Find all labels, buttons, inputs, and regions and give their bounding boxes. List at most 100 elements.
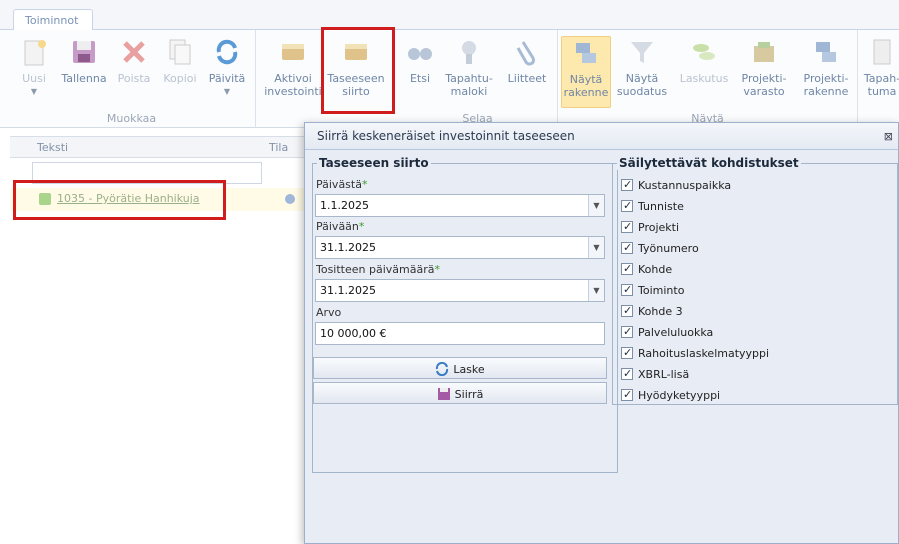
copy-button[interactable]: Kopioi: [160, 36, 200, 108]
to-date-label: Päivään*: [316, 220, 365, 233]
checkbox-kohde[interactable]: Kohde: [621, 262, 672, 276]
checkbox-kustannuspaikka[interactable]: Kustannuspaikka: [621, 178, 731, 192]
save-icon: [73, 41, 95, 63]
event-log-label: Tapahtu-maloki: [445, 72, 493, 98]
transfer-legend: Taseeseen siirto: [317, 156, 431, 170]
checkbox-kohde3[interactable]: Kohde 3: [621, 304, 683, 318]
checkbox-palveluluokka[interactable]: Palveluluokka: [621, 325, 713, 339]
voucher-date-label: Tositteen päivämäärä*: [316, 263, 440, 276]
document-icon: [873, 39, 891, 65]
group-label-muokkaa: Muokkaa: [106, 112, 157, 125]
refresh-button[interactable]: Päivitä ▼: [204, 36, 250, 108]
checkbox-hyodyketyyppi[interactable]: Hyödyketyyppi: [621, 388, 720, 402]
show-filter-button[interactable]: Näytä suodatus: [614, 36, 670, 108]
from-date-label: Päivästä*: [316, 178, 368, 191]
text-filter-input[interactable]: [32, 162, 262, 184]
search-label: Etsi: [409, 72, 431, 85]
info-icon: [285, 194, 295, 204]
save-icon: [437, 388, 450, 400]
delete-icon: [123, 41, 145, 63]
activate-investment-button[interactable]: Aktivoi investointi: [260, 36, 326, 108]
binoculars-icon: [408, 48, 432, 60]
project-structure-label: Projekti-rakenne: [803, 72, 849, 98]
checkbox-icon[interactable]: [621, 325, 633, 338]
project-warehouse-button[interactable]: Projekti-varasto: [736, 36, 792, 108]
checkbox-icon[interactable]: [621, 220, 633, 233]
refresh-icon: [216, 39, 238, 65]
billing-label: Laskutus: [679, 72, 729, 85]
dialog-title: Siirrä keskeneräiset investoinnit tasees…: [305, 123, 898, 150]
group-investment: Aktivoi investointi Taseeseen siirto: [256, 30, 396, 127]
events-button[interactable]: Tapah-tuma: [862, 36, 899, 108]
search-button[interactable]: Etsi: [402, 36, 438, 108]
close-icon[interactable]: ⊠: [884, 130, 893, 143]
filter-icon: [631, 42, 653, 63]
checkbox-icon[interactable]: [621, 388, 633, 401]
coins-icon: [693, 44, 715, 60]
checkbox-icon[interactable]: [621, 283, 633, 296]
column-header-text[interactable]: Teksti: [37, 141, 68, 154]
attachments-label: Liitteet: [507, 72, 547, 85]
checkbox-icon[interactable]: [621, 367, 633, 380]
delete-button[interactable]: Poista: [114, 36, 154, 108]
copy-icon: [169, 39, 191, 65]
dimensions-fieldset: Säilytettävät kohdistukset Kustannuspaik…: [612, 156, 898, 405]
value-field[interactable]: 10 000,00 €: [315, 322, 605, 345]
calculate-button[interactable]: Laske: [313, 357, 607, 379]
book-icon: [282, 44, 304, 60]
billing-button[interactable]: Laskutus: [676, 36, 732, 108]
value-label: Arvo: [316, 306, 342, 319]
tab-toiminnot[interactable]: Toiminnot: [13, 9, 93, 31]
chevron-down-icon: ▼: [223, 87, 231, 96]
activate-label: Aktivoi investointi: [264, 72, 322, 98]
project-warehouse-label: Projekti-varasto: [741, 72, 787, 98]
transfer-dialog: Siirrä keskeneräiset investoinnit tasees…: [304, 122, 899, 544]
transfer-fieldset: Taseeseen siirto Päivästä* 1.1.2025 ▼ Päi…: [312, 156, 618, 473]
delete-label: Poista: [117, 72, 151, 85]
event-log-button[interactable]: Tapahtu-maloki: [442, 36, 496, 108]
copy-label: Kopioi: [163, 72, 197, 85]
group-nayta: Näytä rakenne Näytä suodatus Laskutus Pr…: [558, 30, 858, 127]
transfer-button[interactable]: Siirrä: [313, 382, 607, 404]
save-label: Tallenna: [61, 72, 107, 85]
checkbox-icon[interactable]: [621, 346, 633, 359]
column-header-status[interactable]: Tila: [269, 141, 288, 154]
checkbox-icon[interactable]: [621, 178, 633, 191]
structure-icon: [816, 42, 836, 62]
checkbox-icon[interactable]: [621, 199, 633, 212]
paperclip-icon: [516, 41, 535, 66]
group-muokkaa: Uusi ▼ Tallenna Poista Kopioi Päivitä ▼ …: [8, 30, 256, 127]
transfer-label: Taseeseen siirto: [327, 72, 385, 98]
structure-icon: [576, 43, 596, 63]
project-icon: [39, 193, 51, 205]
chevron-down-icon[interactable]: ▼: [588, 195, 604, 216]
voucher-date-field[interactable]: 31.1.2025 ▼: [315, 279, 605, 302]
transfer-to-balance-button[interactable]: Taseeseen siirto: [326, 36, 386, 108]
checkbox-projekti[interactable]: Projekti: [621, 220, 679, 234]
checkbox-icon[interactable]: [621, 241, 633, 254]
project-structure-button[interactable]: Projekti-rakenne: [798, 36, 854, 108]
show-structure-button[interactable]: Näytä rakenne: [561, 36, 611, 108]
events-label: Tapah-tuma: [863, 72, 899, 98]
checkbox-xbrl[interactable]: XBRL-lisä: [621, 367, 689, 381]
chevron-down-icon[interactable]: ▼: [588, 280, 604, 301]
save-button[interactable]: Tallenna: [58, 36, 110, 108]
grid-header: Teksti Tila: [10, 136, 310, 158]
warehouse-icon: [754, 42, 774, 62]
row-text-link[interactable]: 1035 - Pyörätie Hanhikuja: [57, 192, 200, 205]
checkbox-icon[interactable]: [621, 262, 633, 275]
new-button[interactable]: Uusi ▼: [14, 36, 54, 108]
checkbox-toiminto[interactable]: Toiminto: [621, 283, 684, 297]
checkbox-rahoituslaskelmatyyppi[interactable]: Rahoituslaskelmatyyppi: [621, 346, 769, 360]
chevron-down-icon[interactable]: ▼: [588, 237, 604, 258]
to-date-field[interactable]: 31.1.2025 ▼: [315, 236, 605, 259]
checkbox-tyonumero[interactable]: Työnumero: [621, 241, 699, 255]
table-row[interactable]: 1035 - Pyörätie Hanhikuja: [10, 188, 310, 211]
book-icon: [345, 44, 367, 60]
refresh-label: Päivitä: [208, 72, 246, 85]
from-date-field[interactable]: 1.1.2025 ▼: [315, 194, 605, 217]
checkbox-tunniste[interactable]: Tunniste: [621, 199, 684, 213]
dimensions-legend: Säilytettävät kohdistukset: [617, 156, 801, 170]
checkbox-icon[interactable]: [621, 304, 633, 317]
attachments-button[interactable]: Liitteet: [502, 36, 552, 108]
